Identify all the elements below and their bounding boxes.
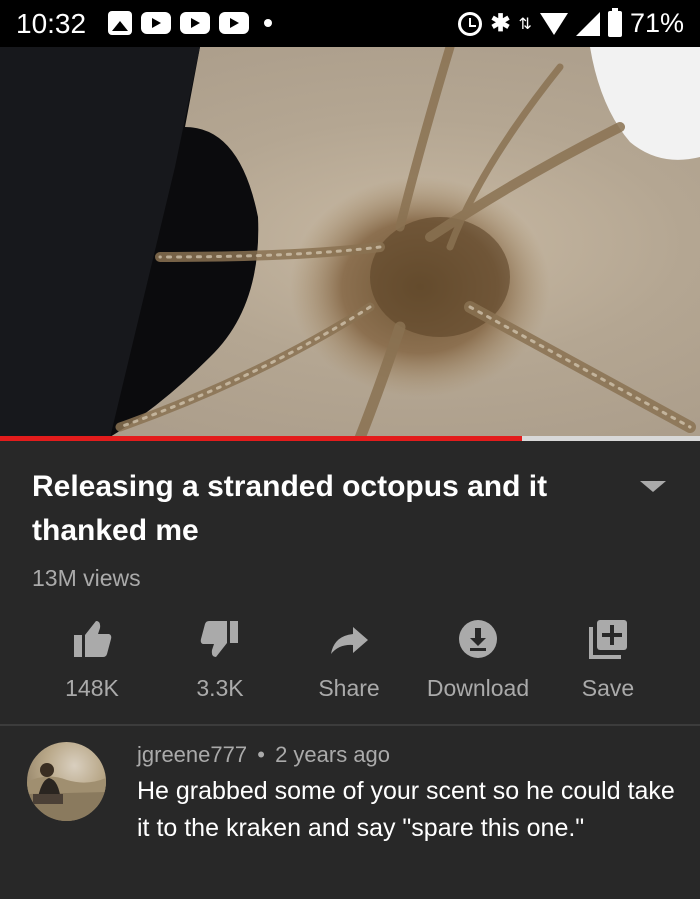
dislike-button[interactable]: 3.3K <box>155 619 285 709</box>
video-frame <box>0 47 700 438</box>
status-bar: 10:32 ✱ ⇅ 71% <box>0 0 700 47</box>
save-button[interactable]: Save <box>543 619 673 709</box>
comment-text: He grabbed some of your scent so he coul… <box>137 777 675 842</box>
dot-icon <box>264 19 272 27</box>
status-time: 10:32 <box>16 8 87 39</box>
comment-author[interactable]: jgreene777 <box>137 742 247 767</box>
bluetooth-icon: ✱ <box>490 10 511 37</box>
system-icons: ✱ ⇅ 71% <box>458 7 684 39</box>
wifi-icon <box>539 12 568 35</box>
save-label: Save <box>581 675 635 701</box>
download-icon <box>459 620 497 658</box>
comment-item[interactable]: jgreene777 • 2 years ago He grabbed some… <box>0 726 700 899</box>
like-button[interactable]: 148K <box>27 619 157 709</box>
expand-description-icon[interactable] <box>640 481 666 492</box>
avatar-image <box>27 763 106 821</box>
video-info-panel: Releasing a stranded octopus and it than… <box>0 441 700 724</box>
signal-icon <box>575 11 600 36</box>
alarm-icon <box>458 11 483 36</box>
video-title[interactable]: Releasing a stranded octopus and it than… <box>32 465 592 553</box>
image-icon <box>108 11 132 35</box>
youtube-icon <box>141 12 171 34</box>
thumbs-down-icon <box>200 621 238 657</box>
save-to-playlist-icon <box>589 620 627 659</box>
share-icon <box>331 627 368 654</box>
thumbs-up-icon <box>74 621 112 657</box>
download-button[interactable]: Download <box>413 619 543 709</box>
comment-meta: jgreene777 • 2 years ago <box>137 742 390 768</box>
data-arrows-icon: ⇅ <box>518 15 532 33</box>
download-label: Download <box>426 675 530 701</box>
view-count: 13M views <box>32 565 141 591</box>
comment-timestamp: 2 years ago <box>275 742 391 767</box>
youtube-icon <box>219 12 249 34</box>
share-button[interactable]: Share <box>284 619 414 709</box>
like-count: 148K <box>65 675 119 701</box>
youtube-icon <box>180 12 210 34</box>
battery-icon <box>607 7 622 37</box>
action-bar: 148K 3.3K Share Download Save <box>0 619 700 709</box>
video-player[interactable] <box>0 47 700 438</box>
share-label: Share <box>318 675 380 701</box>
dislike-count: 3.3K <box>196 675 244 701</box>
avatar[interactable] <box>27 742 106 821</box>
meta-separator: • <box>257 742 265 767</box>
battery-percent: 71% <box>629 8 684 38</box>
notification-icons <box>108 11 272 35</box>
